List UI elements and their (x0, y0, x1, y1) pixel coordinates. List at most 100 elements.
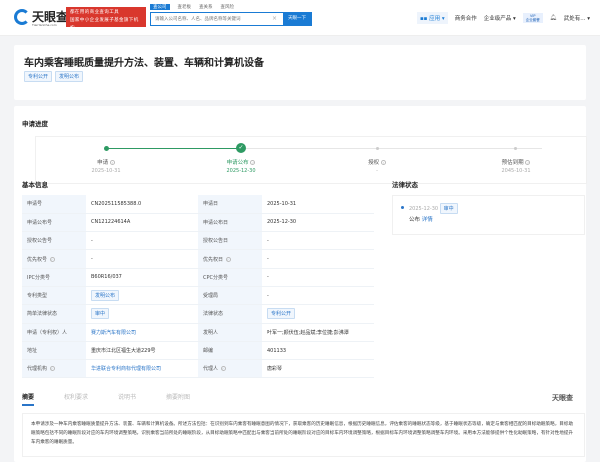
search-input[interactable] (151, 13, 266, 25)
step-date: - (376, 168, 378, 174)
cell-text: 申请日 (203, 201, 219, 208)
basic-info-table: 申请号 CN202511585388.0 申请日 2025-10-31 申请公布号 CN1… (22, 195, 374, 379)
field-label: 申请公布号 (22, 213, 86, 233)
search-tab-relation[interactable]: 查关系 (199, 4, 213, 10)
progress-heading: 申请进度 (22, 120, 48, 128)
legal-detail-link[interactable]: 详情 (422, 217, 433, 223)
field-value: 华进联合专利商标代理有限公司 (86, 359, 198, 379)
table-row: 优先权号? - 优先权日? - (22, 249, 374, 269)
tab-description[interactable]: 说明书 (118, 392, 136, 406)
cell-text: - (267, 256, 269, 263)
cell-text: - (91, 256, 93, 263)
company-link[interactable]: 赛力斯汽车有限公司 (91, 330, 136, 336)
user-name: 武处有... (563, 16, 586, 22)
field-value: 专利公开 (262, 304, 374, 324)
step-date: 2045-10-31 (501, 168, 531, 174)
field-value: - (262, 249, 374, 269)
field-label: 申请号 (22, 195, 86, 214)
tab-abstract[interactable]: 摘要 (22, 392, 35, 406)
table-row: 专利类型 发明公布 受理局 - (22, 286, 374, 306)
cell-text: 申请公布日 (203, 219, 229, 226)
progress-line-todo (242, 148, 542, 149)
page-title: 车内乘客睡眠质量提升方法、装置、车辆和计算机设备 (24, 58, 264, 69)
help-icon[interactable]: ? (525, 160, 531, 165)
cell-text: 发明人 (203, 329, 219, 336)
cell-text: IPC分类号 (27, 274, 50, 281)
progress-tracker: ✓ 申请 ? 2025-10-31 申请公布 ? 2025-12-30 授权 ? - … (35, 136, 587, 184)
cell-text: - (267, 274, 269, 281)
vip-button[interactable]: VIP 企业套餐 (522, 13, 543, 23)
step-dot (104, 146, 109, 151)
help-icon[interactable]: ? (50, 366, 56, 372)
cell-text: 申请号 (27, 201, 43, 208)
step-label: 授权 (368, 160, 380, 166)
company-link[interactable]: 华进联合专利商标代理有限公司 (91, 366, 161, 372)
field-label: 简单法律状态 (22, 304, 86, 324)
status-tag: 审中 (91, 308, 110, 320)
bell-icon[interactable]: 🔔︎ (550, 15, 557, 21)
tab-figures[interactable]: 摘要附图 (166, 392, 190, 406)
field-label: 邮编 (198, 341, 262, 361)
help-icon[interactable]: ? (226, 256, 232, 262)
legal-badge: 审中 (439, 203, 458, 214)
cell-text: 专利类型 (27, 293, 48, 300)
search-tab-company[interactable]: 查公司 (150, 4, 170, 10)
field-label: 申请公布日 (198, 213, 262, 233)
step-expire: 预估到期 ? 2045-10-31 (466, 158, 566, 174)
legal-status-heading: 法律状态 (392, 181, 418, 189)
help-icon[interactable]: ? (380, 160, 386, 165)
field-value: 唐彩琴 (262, 359, 374, 379)
cell-text: 申请公布号 (27, 219, 53, 226)
field-label: 代理机构? (22, 359, 86, 379)
clear-icon[interactable]: × (266, 13, 283, 25)
tab-claims[interactable]: 权利要求 (64, 392, 88, 406)
search-box: × 天眼一下 (150, 12, 312, 26)
field-value: 发明公布 (86, 286, 198, 306)
field-value: CN121224614A (86, 213, 198, 233)
cell-text: 授权公告号 (27, 238, 53, 245)
cell-text: - (91, 237, 93, 244)
help-icon[interactable]: ? (109, 160, 115, 165)
field-value: 审中 (86, 304, 198, 324)
cell-text: 代理机构 (27, 366, 48, 373)
help-icon[interactable]: ? (50, 256, 56, 262)
step-label: 申请 (97, 160, 109, 166)
logo[interactable]: 天眼查 TianYanCha.com (14, 8, 68, 27)
search-tab-boss[interactable]: 查老板 (178, 4, 192, 10)
enterprise-label: 企业级产品 (483, 16, 512, 22)
field-value: 401133 (262, 341, 374, 361)
cell-text: 2025-10-31 (267, 200, 297, 207)
field-label: 地址 (22, 341, 86, 361)
help-icon[interactable]: ? (250, 160, 256, 165)
field-value: - (262, 231, 374, 251)
enterprise-menu[interactable]: 企业级产品 ▾ (484, 14, 516, 22)
business-link[interactable]: 商务合作 (455, 14, 477, 22)
step-label: 申请公布 (226, 160, 249, 166)
apps-menu[interactable]: ▪▪ 应用 ▾ (416, 12, 448, 24)
legal-status-box: 2025-12-30 审中 公布 详情 (392, 195, 585, 235)
help-icon[interactable]: ? (221, 366, 227, 372)
cell-text: 简单法律状态 (27, 311, 58, 318)
field-value: CN202511585388.0 (86, 195, 198, 214)
ad-line2: 国家中小企业发展子基金旗下机构 (70, 18, 139, 31)
ad-banner[interactable]: 都在用的商业查询工具 国家中小企业发展子基金旗下机构 (66, 7, 146, 31)
progress-line-done (106, 148, 242, 149)
table-row: 申请公布号 CN121224614A 申请公布日 2025-12-30 (22, 213, 374, 233)
table-row: 代理机构? 华进联合专利商标代理有限公司 代理人? 唐彩琴 (22, 359, 374, 379)
table-row: 地址 重庆市江北区福生大道229号 邮编 401133 (22, 341, 374, 361)
field-value: B60R16/037 (86, 268, 198, 287)
cell-text: CN202511585388.0 (91, 200, 142, 207)
search-tabs: 查公司 查老板 查关系 查风险 (150, 4, 234, 10)
field-label: 优先权号? (22, 249, 86, 269)
search-button[interactable]: 天眼一下 (283, 13, 311, 25)
cell-text: CN121224614A (91, 219, 131, 226)
field-label: CPC分类号 (198, 268, 262, 287)
field-label: 受理局 (198, 286, 262, 306)
field-label: 授权公告日 (198, 231, 262, 251)
search-tab-risk[interactable]: 查风险 (221, 4, 235, 10)
field-value: - (86, 231, 198, 251)
field-label: 优先权日? (198, 249, 262, 269)
logo-icon (14, 8, 30, 25)
user-menu[interactable]: 武处有... ▾ (564, 14, 590, 22)
cell-text: 401133 (267, 347, 287, 354)
